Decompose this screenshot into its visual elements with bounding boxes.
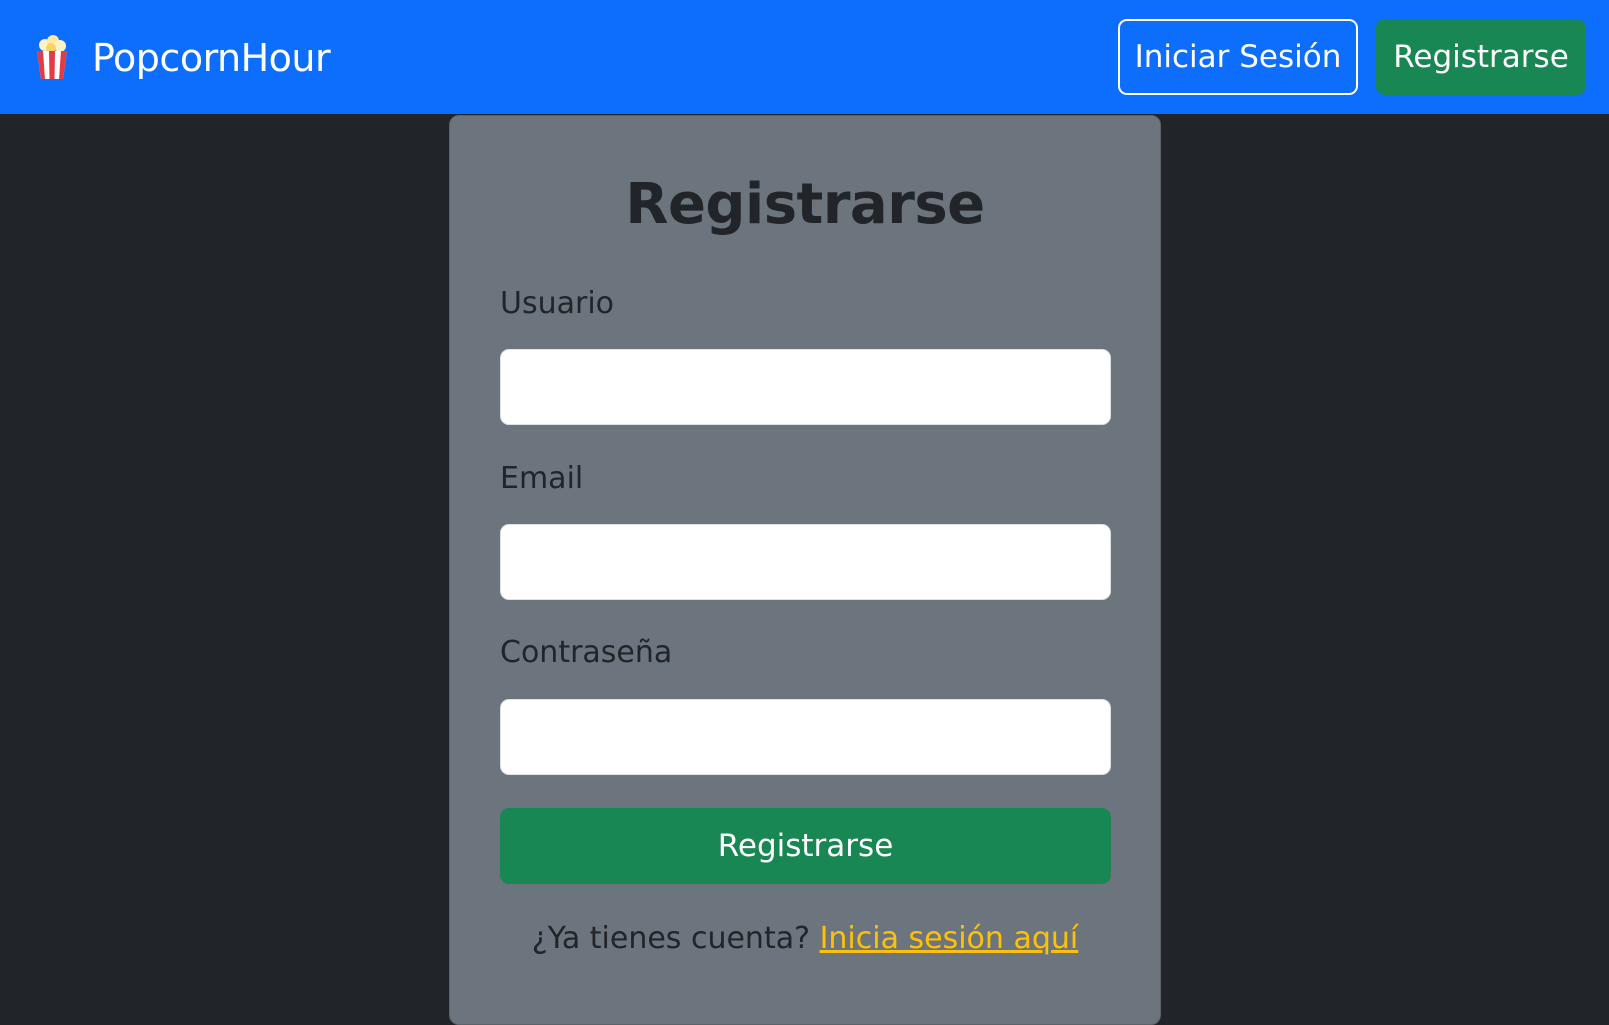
login-link[interactable]: Inicia sesión aquí [820,921,1079,956]
register-card: Registrarse Usuario Email Contraseña Reg… [449,115,1161,1025]
brand-link[interactable]: PopcornHour [32,34,331,82]
email-input[interactable] [500,524,1111,600]
form-title: Registrarse [625,172,985,237]
register-nav-button[interactable]: Registrarse [1376,19,1586,95]
username-input[interactable] [500,349,1111,425]
login-prompt-text: ¿Ya tienes cuenta? [531,921,811,956]
popcorn-icon [32,35,72,81]
brand-name: PopcornHour [92,36,331,80]
navbar: PopcornHour Iniciar Sesión Registrarse [0,0,1609,114]
email-label: Email [500,461,584,496]
login-prompt: ¿Ya tienes cuenta? Inicia sesión aquí [450,921,1160,956]
register-submit-button[interactable]: Registrarse [500,808,1111,884]
login-button[interactable]: Iniciar Sesión [1118,19,1358,95]
username-label: Usuario [500,286,615,321]
password-input[interactable] [500,699,1111,775]
password-label: Contraseña [500,635,673,670]
